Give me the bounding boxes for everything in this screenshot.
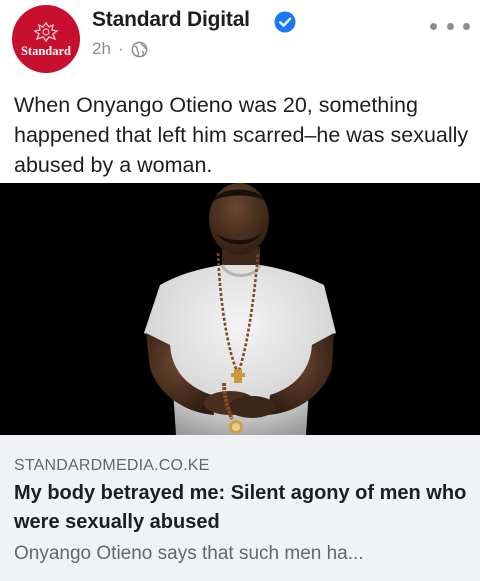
more-dot bbox=[446, 22, 454, 30]
page-name[interactable]: Standard Digital bbox=[92, 8, 250, 32]
globe-icon bbox=[131, 41, 148, 57]
post-header: Standard Standard Digital 2h · bbox=[0, 0, 480, 80]
post-meta: 2h · bbox=[92, 38, 148, 60]
verified-badge-icon bbox=[274, 11, 296, 33]
more-options-icon[interactable] bbox=[430, 16, 470, 36]
more-dot bbox=[463, 22, 470, 30]
more-dot bbox=[430, 22, 437, 30]
meta-separator: · bbox=[117, 39, 124, 58]
link-description: Onyango Otieno says that such men ha... bbox=[14, 543, 364, 564]
post-timestamp[interactable]: 2h bbox=[92, 39, 111, 59]
link-preview-card[interactable]: STANDARDMEDIA.CO.KE My body betrayed me:… bbox=[0, 435, 480, 581]
link-headline[interactable]: My body betrayed me: Silent agony of men… bbox=[14, 479, 470, 537]
link-domain: STANDARDMEDIA.CO.KE bbox=[14, 457, 210, 474]
post-photo[interactable] bbox=[0, 183, 480, 435]
avatar-wordmark: Standard bbox=[20, 44, 72, 58]
crest-icon bbox=[33, 21, 59, 43]
person-portrait-image bbox=[0, 183, 480, 435]
page-avatar[interactable]: Standard bbox=[12, 5, 80, 73]
post-text: When Onyango Otieno was 20, something ha… bbox=[14, 93, 469, 177]
